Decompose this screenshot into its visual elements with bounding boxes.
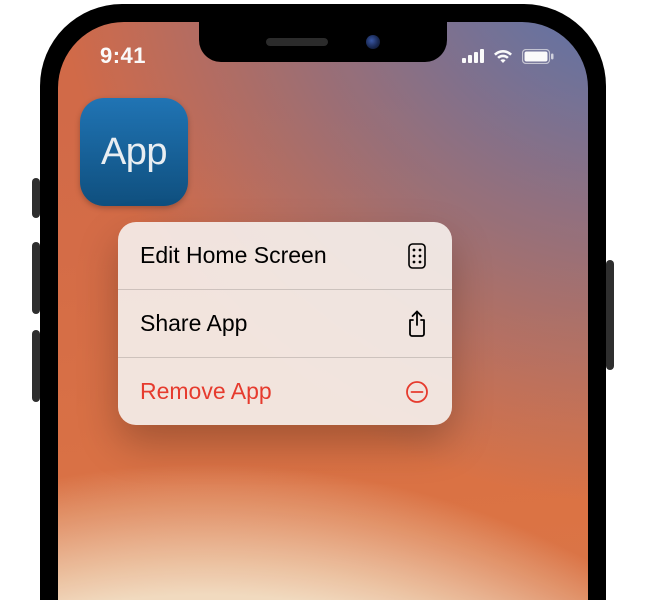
menu-item-share-app[interactable]: Share App xyxy=(118,290,452,358)
phone-volume-down-button xyxy=(32,330,40,402)
share-icon xyxy=(404,311,430,337)
screenshot-stage: 9:41 xyxy=(0,0,646,600)
menu-item-label: Remove App xyxy=(140,378,272,405)
phone-frame: 9:41 xyxy=(40,4,606,600)
phone-screen: 9:41 xyxy=(58,22,588,600)
app-context-menu: Edit Home Screen S xyxy=(118,222,452,425)
phone-power-button xyxy=(606,260,614,370)
remove-icon xyxy=(404,379,430,405)
menu-item-label: Share App xyxy=(140,310,247,337)
edit-apps-icon xyxy=(404,243,430,269)
app-icon-label: App xyxy=(101,131,167,174)
phone-volume-up-button xyxy=(32,242,40,314)
menu-item-label: Edit Home Screen xyxy=(140,242,327,269)
phone-mute-switch xyxy=(32,178,40,218)
app-icon[interactable]: App xyxy=(80,98,188,206)
menu-item-edit-home-screen[interactable]: Edit Home Screen xyxy=(118,222,452,290)
menu-item-remove-app[interactable]: Remove App xyxy=(118,358,452,425)
